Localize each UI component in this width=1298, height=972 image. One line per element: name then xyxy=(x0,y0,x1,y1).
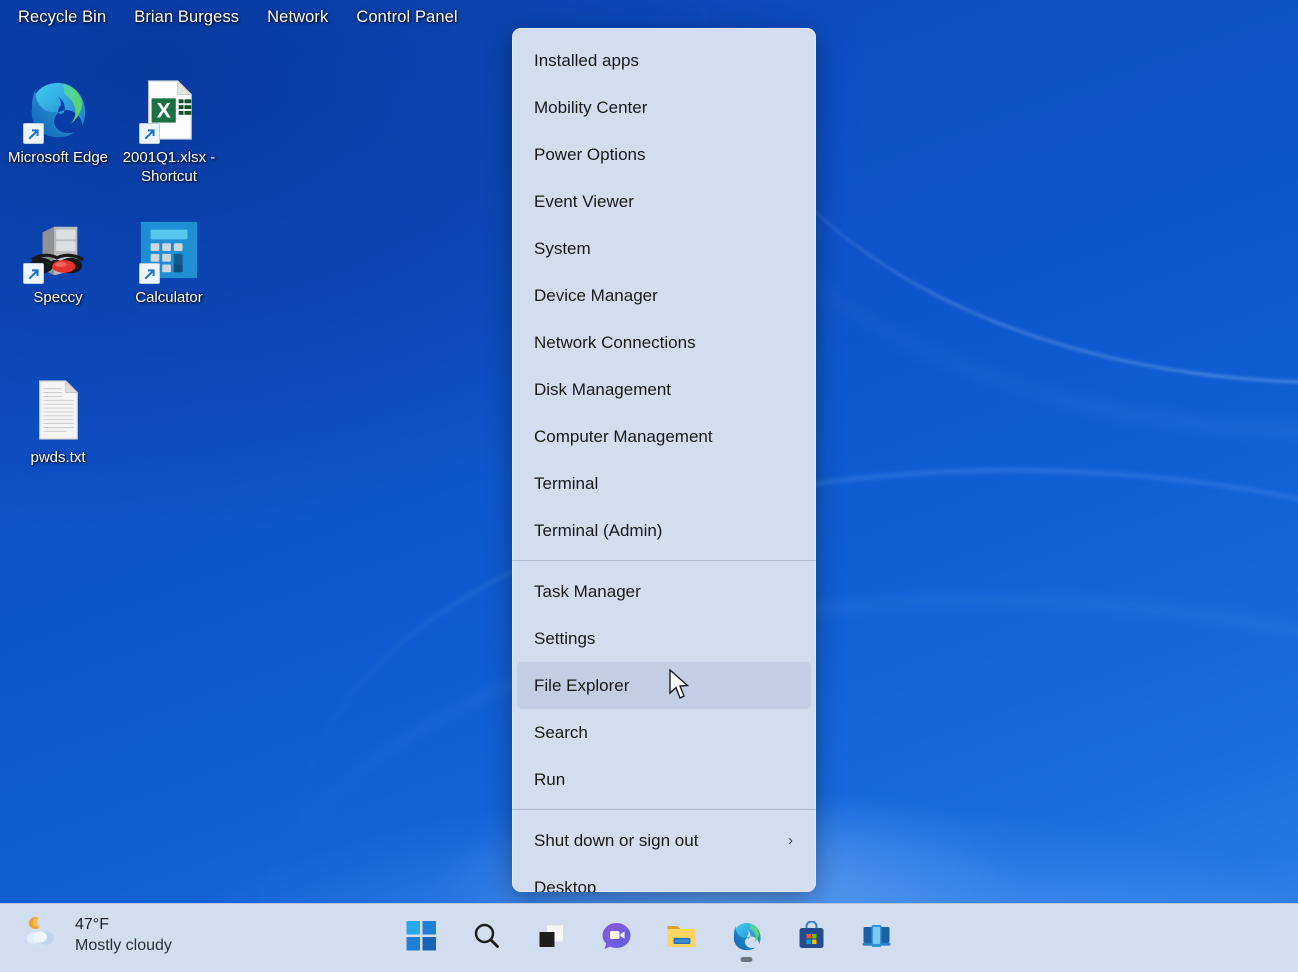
weather-temperature: 47°F xyxy=(75,915,172,935)
phone-link-button[interactable] xyxy=(853,915,901,963)
menu-item-settings[interactable]: Settings xyxy=(517,615,811,662)
menu-item-disk-management[interactable]: Disk Management xyxy=(517,366,811,413)
desktop-icon-pwds-txt[interactable]: pwds.txt xyxy=(2,378,114,467)
folder-icon xyxy=(666,921,698,956)
menu-item-label: Network Connections xyxy=(534,333,797,353)
desktop-top-label-strip: Recycle Bin Brian Burgess Network Contro… xyxy=(18,8,458,27)
edge-icon xyxy=(731,921,762,957)
power-menu-separator-1 xyxy=(512,560,816,561)
desktop-icon-excel-shortcut[interactable]: X 2001Q1.xlsx - Shortcut xyxy=(113,78,225,186)
menu-item-terminal[interactable]: Terminal xyxy=(517,460,811,507)
menu-item-label: Terminal xyxy=(534,474,797,494)
menu-item-task-manager[interactable]: Task Manager xyxy=(517,568,811,615)
taskbar-button-tray xyxy=(398,904,901,972)
chevron-right-icon: › xyxy=(788,832,793,849)
calculator-icon xyxy=(137,218,201,282)
chat-button[interactable] xyxy=(593,915,641,963)
menu-item-label: Run xyxy=(534,770,797,790)
menu-item-label: Device Manager xyxy=(534,286,797,306)
menu-item-search[interactable]: Search xyxy=(517,709,811,756)
menu-item-label: Search xyxy=(534,723,797,743)
menu-item-power-options[interactable]: Power Options xyxy=(517,131,811,178)
desktop-icon-calculator[interactable]: Calculator xyxy=(113,218,225,307)
power-menu-group-2: Task Manager Settings File Explorer Sear… xyxy=(512,568,816,803)
menu-item-label: Task Manager xyxy=(534,582,797,602)
menu-item-device-manager[interactable]: Device Manager xyxy=(517,272,811,319)
menu-item-network-connections[interactable]: Network Connections xyxy=(517,319,811,366)
shortcut-arrow-icon xyxy=(139,123,160,144)
edge-button[interactable] xyxy=(723,915,771,963)
desktop-icon-label: 2001Q1.xlsx - Shortcut xyxy=(115,148,223,186)
menu-item-label: System xyxy=(534,239,797,259)
taskbar: 47°F Mostly cloudy xyxy=(0,903,1298,972)
power-menu-group-3: Shut down or sign out › Desktop xyxy=(512,817,816,892)
menu-item-label: Power Options xyxy=(534,145,797,165)
phone-link-icon xyxy=(862,921,892,956)
label-recycle-bin[interactable]: Recycle Bin xyxy=(18,8,106,27)
task-view-button[interactable] xyxy=(528,915,576,963)
menu-item-label: Computer Management xyxy=(534,427,797,447)
task-view-icon xyxy=(537,921,567,956)
menu-item-computer-management[interactable]: Computer Management xyxy=(517,413,811,460)
label-brian-burgess[interactable]: Brian Burgess xyxy=(134,8,239,27)
svg-text:X: X xyxy=(157,98,172,122)
desktop-icon-label: pwds.txt xyxy=(30,448,85,467)
desktop-icon-label: Calculator xyxy=(135,288,203,307)
start-button[interactable] xyxy=(398,915,446,963)
desktop-icon-microsoft-edge[interactable]: Microsoft Edge xyxy=(2,78,114,167)
excel-document-icon: X xyxy=(137,78,201,142)
running-indicator xyxy=(741,957,753,962)
label-network[interactable]: Network xyxy=(267,8,328,27)
menu-item-label: Desktop xyxy=(534,878,797,893)
menu-item-system[interactable]: System xyxy=(517,225,811,272)
menu-item-desktop[interactable]: Desktop xyxy=(517,864,811,892)
menu-item-label: File Explorer xyxy=(534,676,797,696)
menu-item-terminal-admin[interactable]: Terminal (Admin) xyxy=(517,507,811,554)
menu-item-file-explorer[interactable]: File Explorer xyxy=(517,662,811,709)
menu-item-installed-apps[interactable]: Installed apps xyxy=(517,37,811,84)
menu-item-label: Installed apps xyxy=(534,51,797,71)
desktop-icon-label: Speccy xyxy=(33,288,82,307)
menu-item-label: Mobility Center xyxy=(534,98,797,118)
power-menu-group-1: Installed apps Mobility Center Power Opt… xyxy=(512,37,816,554)
menu-item-label: Disk Management xyxy=(534,380,797,400)
weather-condition: Mostly cloudy xyxy=(75,936,172,956)
win-x-power-menu: Installed apps Mobility Center Power Opt… xyxy=(512,28,816,892)
menu-item-label: Shut down or sign out xyxy=(534,831,788,851)
taskbar-weather-widget[interactable]: 47°F Mostly cloudy xyxy=(22,913,172,958)
menu-item-label: Event Viewer xyxy=(534,192,797,212)
shortcut-arrow-icon xyxy=(23,263,44,284)
shortcut-arrow-icon xyxy=(23,123,44,144)
search-icon xyxy=(472,921,502,956)
menu-item-run[interactable]: Run xyxy=(517,756,811,803)
menu-item-event-viewer[interactable]: Event Viewer xyxy=(517,178,811,225)
power-menu-separator-2 xyxy=(512,809,816,810)
desktop-icon-label: Microsoft Edge xyxy=(8,148,108,167)
menu-item-shut-down-or-sign-out[interactable]: Shut down or sign out › xyxy=(517,817,811,864)
moon-cloud-icon xyxy=(22,913,64,958)
chat-video-icon xyxy=(602,921,632,956)
menu-item-label: Terminal (Admin) xyxy=(534,521,797,541)
desktop-icon-speccy[interactable]: Speccy xyxy=(2,218,114,307)
microsoft-store-button[interactable] xyxy=(788,915,836,963)
windows-logo-icon xyxy=(407,921,437,956)
shortcut-arrow-icon xyxy=(139,263,160,284)
menu-item-label: Settings xyxy=(534,629,797,649)
store-bag-icon xyxy=(797,921,827,956)
menu-item-mobility-center[interactable]: Mobility Center xyxy=(517,84,811,131)
search-button[interactable] xyxy=(463,915,511,963)
edge-icon xyxy=(26,78,90,142)
speccy-icon xyxy=(26,218,90,282)
desktop-screen: Recycle Bin Brian Burgess Network Contro… xyxy=(0,0,1298,972)
file-explorer-button[interactable] xyxy=(658,915,706,963)
label-control-panel[interactable]: Control Panel xyxy=(356,8,457,27)
text-document-icon xyxy=(26,378,90,442)
